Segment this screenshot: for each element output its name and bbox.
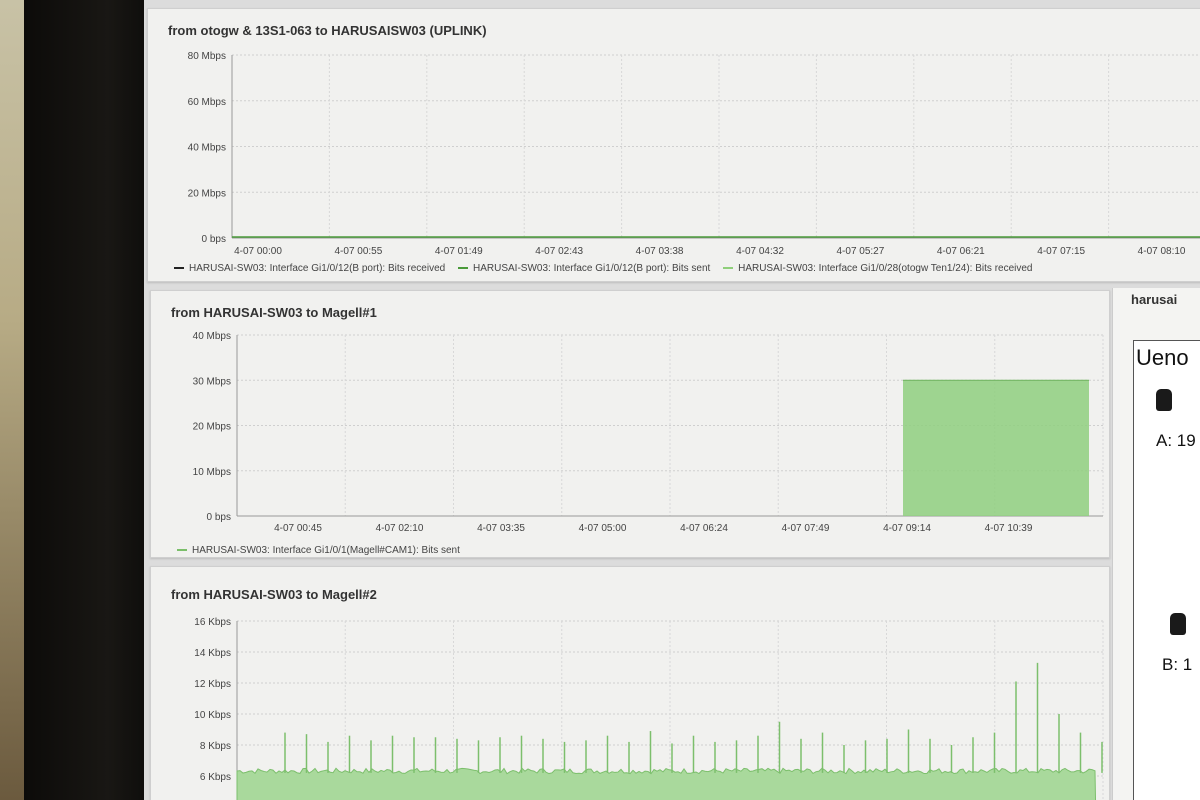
- y-tick-label: 40 Mbps: [193, 331, 231, 342]
- y-tick-label: 20 Mbps: [188, 188, 226, 199]
- x-tick-label: 4-07 05:27: [836, 246, 884, 257]
- x-tick-label: 4-07 07:15: [1037, 246, 1085, 257]
- monitor-bezel: [24, 0, 144, 800]
- x-tick-label: 4-07 06:24: [680, 523, 728, 534]
- legend-item: HARUSAI-SW03: Interface Gi1/0/1(Magell#C…: [177, 545, 460, 556]
- graph-panel-uplink: from otogw & 13S1-063 to HARUSAISW03 (UP…: [147, 8, 1200, 282]
- graph-plot-area: 80 Mbps 60 Mbps 40 Mbps 20 Mbps 0 bps 4-07 00…: [188, 51, 1200, 257]
- map-view: Ueno A: 19 B: 1: [1133, 340, 1200, 800]
- legend: HARUSAI-SW03: Interface Gi1/0/1(Magell#C…: [177, 545, 460, 556]
- y-tick-label: 80 Mbps: [188, 51, 226, 62]
- side-panel: harusai Ueno A: 19 B: 1: [1112, 288, 1200, 800]
- legend-label: HARUSAI-SW03: Interface Gi1/0/12(B port)…: [189, 263, 446, 274]
- y-tick-label: 14 Kbps: [194, 648, 231, 659]
- map-heading: Ueno: [1136, 345, 1189, 370]
- legend-label: HARUSAI-SW03: Interface Gi1/0/1(Magell#C…: [192, 545, 460, 556]
- legend-swatch: [458, 267, 468, 270]
- x-tick-label: 4-07 05:00: [579, 523, 627, 534]
- camera-icon[interactable]: [1170, 613, 1186, 635]
- y-tick-label: 60 Mbps: [188, 97, 226, 108]
- x-tick-label: 4-07 10:39: [985, 523, 1033, 534]
- x-tick-label: 4-07 09:14: [883, 523, 931, 534]
- graph-plot-area: 40 Mbps 30 Mbps 20 Mbps 10 Mbps 0 bps 4-07 00…: [193, 331, 1104, 534]
- legend-swatch: [174, 267, 184, 270]
- graph-plot-area: 16 Kbps 14 Kbps 12 Kbps 10 Kbps 8 Kbps 6 Kbps: [194, 617, 1104, 800]
- x-tick-label: 4-07 00:45: [274, 523, 322, 534]
- x-tick-label: 4-07 03:35: [477, 523, 525, 534]
- x-tick-label: 4-07 00:00: [234, 246, 282, 257]
- y-tick-label: 30 Mbps: [193, 376, 231, 387]
- traffic-area: [236, 767, 1097, 800]
- y-tick-label: 16 Kbps: [194, 617, 231, 628]
- x-tick-label: 4-07 06:21: [937, 246, 985, 257]
- background-wall: [0, 0, 24, 800]
- legend-label: HARUSAI-SW03: Interface Gi1/0/28(otogw T…: [738, 263, 1033, 274]
- x-tick-label: 4-07 04:32: [736, 246, 784, 257]
- x-tick-label: 4-07 08:10: [1138, 246, 1186, 257]
- side-panel-title: harusai: [1131, 292, 1178, 307]
- y-tick-label: 10 Mbps: [193, 467, 231, 478]
- legend: HARUSAI-SW03: Interface Gi1/0/12(B port)…: [174, 263, 1033, 274]
- x-tick-label: 4-07 01:49: [435, 246, 483, 257]
- y-tick-label: 10 Kbps: [194, 710, 231, 721]
- traffic-area: [903, 380, 1089, 516]
- legend-label: HARUSAI-SW03: Interface Gi1/0/12(B port)…: [473, 263, 711, 274]
- y-tick-label: 8 Kbps: [200, 741, 231, 752]
- y-tick-label: 0 bps: [202, 234, 226, 245]
- y-tick-label: 40 Mbps: [188, 143, 226, 154]
- camera-icon[interactable]: [1156, 389, 1172, 411]
- legend-item: HARUSAI-SW03: Interface Gi1/0/28(otogw T…: [723, 263, 1033, 274]
- legend-item: HARUSAI-SW03: Interface Gi1/0/12(B port)…: [174, 263, 445, 274]
- map-item-a: A: 19: [1156, 431, 1196, 450]
- legend-swatch: [723, 267, 734, 270]
- x-tick-label: 4-07 02:43: [535, 246, 583, 257]
- x-tick-label: 4-07 03:38: [636, 246, 684, 257]
- y-tick-label: 6 Kbps: [200, 772, 231, 783]
- graph-panel-magell-2: from HARUSAI-SW03 to Magell#2 16 Kbps 14 …: [150, 566, 1110, 800]
- x-tick-label: 4-07 07:49: [782, 523, 830, 534]
- y-tick-label: 0 bps: [207, 512, 231, 523]
- map-item-b: B: 1: [1162, 655, 1193, 674]
- x-tick-label: 4-07 02:10: [376, 523, 424, 534]
- graph-panel-magell-1: from HARUSAI-SW03 to Magell#1 40 Mbps 30 …: [150, 290, 1110, 558]
- y-tick-label: 20 Mbps: [193, 422, 231, 433]
- y-tick-label: 12 Kbps: [194, 679, 231, 690]
- monitor-screen: from otogw & 13S1-063 to HARUSAISW03 (UP…: [144, 0, 1200, 800]
- x-tick-label: 4-07 00:55: [334, 246, 382, 257]
- legend-item: HARUSAI-SW03: Interface Gi1/0/12(B port)…: [458, 263, 710, 274]
- legend-swatch: [177, 549, 187, 552]
